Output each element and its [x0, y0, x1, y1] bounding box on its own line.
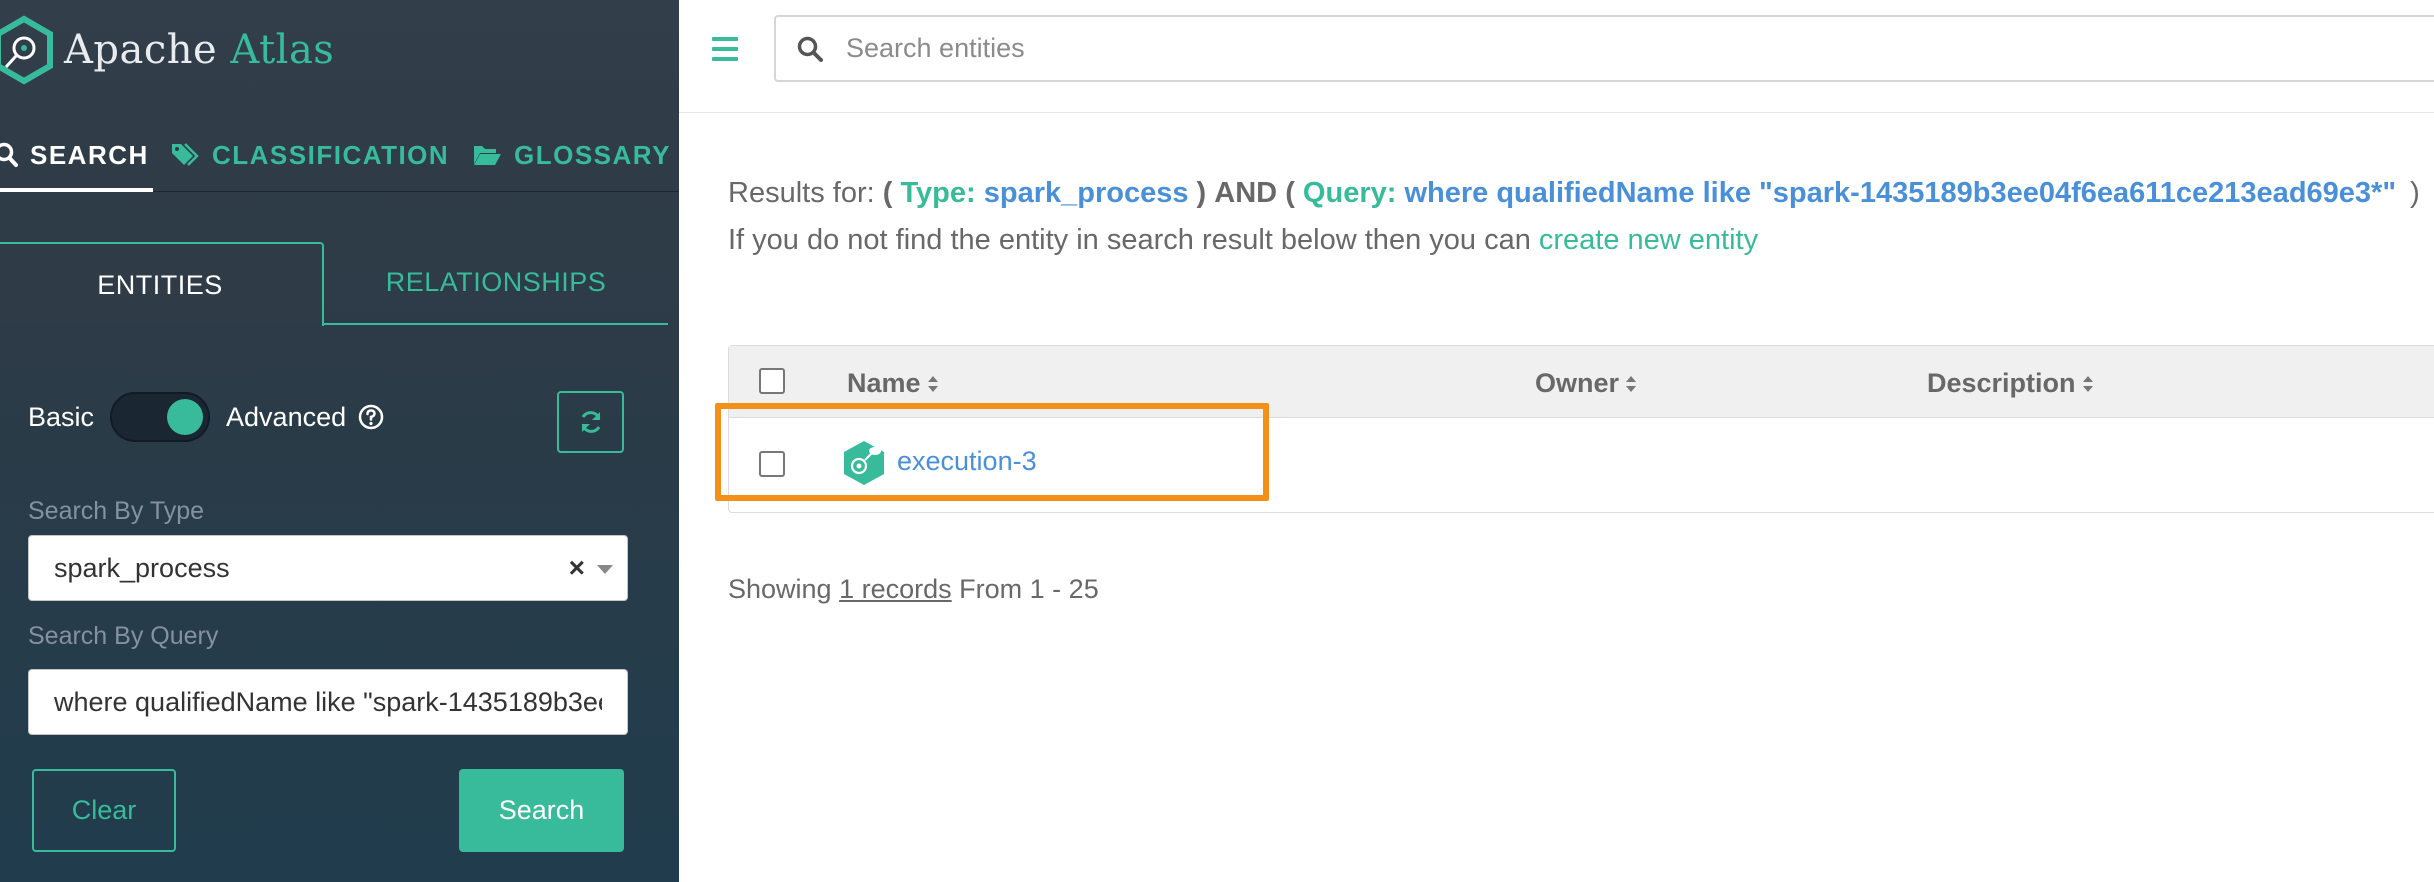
records-count-link[interactable]: 1 records: [839, 574, 952, 604]
refresh-icon: [581, 411, 600, 433]
global-search[interactable]: [774, 15, 2434, 82]
brand[interactable]: Apache Atlas: [0, 14, 334, 86]
result-type-value: spark_process: [983, 177, 1189, 209]
help-icon[interactable]: [358, 404, 384, 430]
tag-icon: [172, 143, 199, 166]
clear-button[interactable]: Clear: [32, 769, 176, 852]
type-clear-icon[interactable]: ×: [569, 552, 585, 584]
folder-open-icon: [474, 146, 501, 165]
search-by-query-label: Search By Query: [28, 622, 219, 650]
sort-icon: [2082, 375, 2093, 392]
clear-button-label: Clear: [71, 795, 137, 825]
type-select[interactable]: spark_process ×: [28, 535, 628, 601]
tab-search-label: SEARCH: [30, 139, 149, 170]
search-type-tabs: ENTITIES RELATIONSHIPS: [0, 242, 668, 326]
app-title: Apache Atlas: [64, 27, 335, 73]
tab-glossary[interactable]: GLOSSARY: [472, 118, 671, 192]
search-button-label: Search: [498, 795, 585, 825]
results-summary: Results for: ( Type: spark_process ) AND…: [728, 177, 2420, 209]
active-tab-indicator: [0, 188, 153, 192]
type-select-value: spark_process: [54, 552, 230, 583]
top-bar: [679, 0, 2434, 113]
sidebar: Apache Atlas SEARCH CLASSIFICATION GLOSS…: [0, 0, 679, 882]
tab-glossary-label: GLOSSARY: [514, 139, 671, 170]
tab-entities-label: ENTITIES: [97, 269, 223, 300]
column-description-header[interactable]: Description: [1927, 368, 2094, 399]
result-query-value: where qualifiedName like "spark-1435189b…: [1404, 177, 2397, 209]
tab-classification[interactable]: CLASSIFICATION: [170, 118, 449, 192]
query-input[interactable]: [28, 669, 628, 735]
create-entity-hint: If you do not find the entity in search …: [728, 224, 1759, 256]
sub-tab-divider: [324, 323, 668, 325]
atlas-logo-icon: [0, 15, 53, 85]
advanced-label: Advanced: [226, 401, 347, 432]
create-new-entity-link[interactable]: create new entity: [1539, 224, 1758, 256]
tab-entities[interactable]: ENTITIES: [0, 242, 324, 326]
tab-search[interactable]: SEARCH: [0, 118, 149, 192]
tab-relationships[interactable]: RELATIONSHIPS: [324, 242, 668, 323]
chevron-down-icon[interactable]: [597, 565, 613, 574]
sort-icon: [927, 375, 938, 392]
basic-advanced-toggle[interactable]: [110, 392, 211, 442]
search-mode-row: Basic Advanced: [28, 392, 384, 442]
select-all-checkbox[interactable]: [759, 368, 785, 394]
search-icon: [797, 36, 823, 62]
column-name-header[interactable]: Name: [847, 368, 939, 399]
sort-icon: [1626, 375, 1637, 392]
column-owner-header[interactable]: Owner: [1535, 368, 1637, 399]
tab-classification-label: CLASSIFICATION: [212, 139, 450, 170]
toggle-knob: [167, 399, 204, 435]
global-search-input[interactable]: [846, 33, 2346, 64]
search-icon: [0, 142, 18, 167]
basic-label: Basic: [28, 401, 95, 432]
search-by-type-label: Search By Type: [28, 497, 205, 525]
search-button[interactable]: Search: [459, 769, 624, 852]
refresh-button[interactable]: [557, 391, 624, 453]
highlight-box: [715, 403, 1269, 501]
pagination-info: Showing 1 records From 1 - 25: [728, 574, 1099, 604]
main-nav-tabs: SEARCH CLASSIFICATION GLOSSARY: [0, 118, 679, 192]
hamburger-menu-icon[interactable]: [712, 37, 738, 61]
tab-relationships-label: RELATIONSHIPS: [385, 267, 607, 297]
